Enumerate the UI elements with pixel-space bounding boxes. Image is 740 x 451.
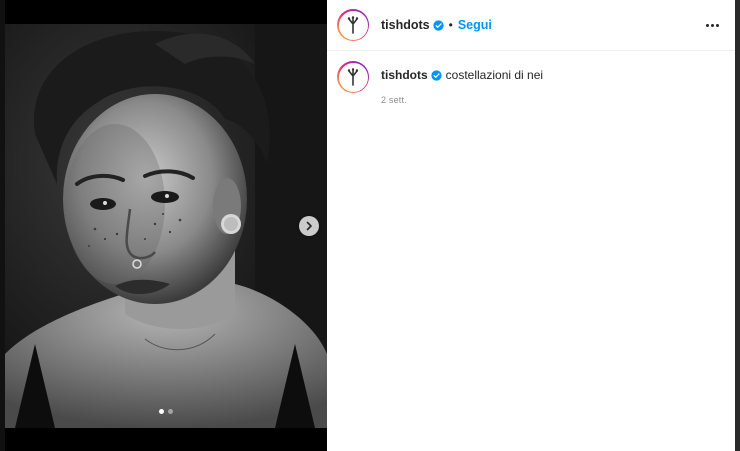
more-options-button[interactable]	[702, 20, 723, 31]
post-header: tishdots • Segui	[327, 0, 735, 51]
caption-avatar	[338, 62, 368, 92]
header-separator: •	[448, 18, 453, 32]
portrait-image	[5, 24, 327, 428]
post-media	[5, 0, 327, 451]
verified-badge-icon	[432, 19, 444, 31]
avatar	[338, 10, 368, 40]
more-options-icon	[706, 23, 709, 27]
post-photo[interactable]	[5, 24, 327, 428]
caption-line: tishdots costellazioni di nei	[381, 68, 543, 82]
post-timestamp[interactable]: 2 sett.	[381, 95, 543, 105]
media-bottom-bar	[5, 428, 327, 451]
carousel-indicator	[5, 409, 327, 414]
carousel-dot-1	[159, 409, 164, 414]
verified-badge-icon	[431, 69, 442, 81]
follow-button[interactable]: Segui	[458, 18, 492, 32]
carousel-dot-2	[168, 409, 173, 414]
post-modal: tishdots • Segui tishdots costellazioni …	[5, 0, 735, 451]
caption-body: tishdots costellazioni di nei 2 sett.	[381, 61, 543, 105]
avatar-logo-icon	[347, 68, 359, 86]
username-link[interactable]: tishdots	[381, 18, 430, 32]
avatar-logo-icon	[347, 16, 359, 34]
caption-username-link[interactable]: tishdots	[381, 68, 428, 82]
caption-text: costellazioni di nei	[445, 68, 544, 82]
story-ring[interactable]	[337, 9, 369, 41]
carousel-next-button[interactable]	[299, 216, 319, 236]
post-info-panel: tishdots • Segui tishdots costellazioni …	[327, 0, 735, 451]
caption-story-ring[interactable]	[337, 61, 369, 93]
chevron-right-icon	[306, 221, 312, 231]
post-caption: tishdots costellazioni di nei 2 sett.	[327, 51, 735, 105]
